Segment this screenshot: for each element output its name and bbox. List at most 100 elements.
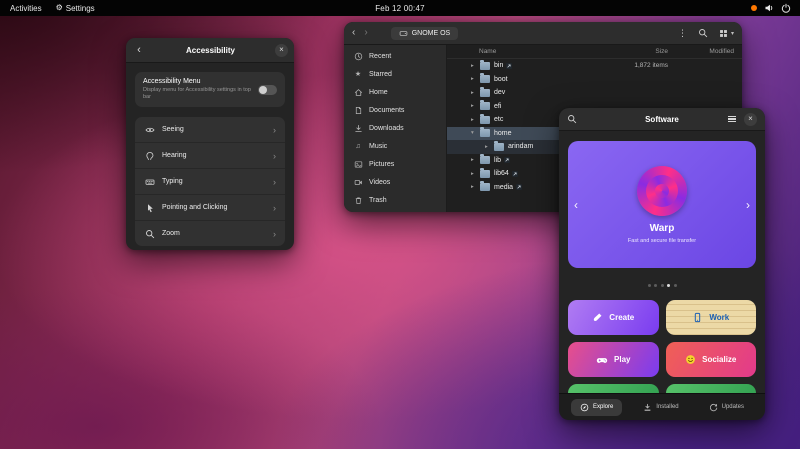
- expander-icon[interactable]: ▾: [471, 130, 480, 136]
- tab-installed[interactable]: Installed: [634, 399, 687, 416]
- carousel-dot[interactable]: [648, 284, 651, 287]
- grid-view-icon: [719, 29, 728, 38]
- category-socialize[interactable]: Socialize: [666, 342, 757, 377]
- clock[interactable]: Feb 12 00:47: [375, 4, 425, 13]
- tab-explore[interactable]: Explore: [571, 399, 622, 416]
- chevron-right-icon: ›: [273, 229, 276, 239]
- back-icon[interactable]: ‹: [352, 28, 355, 38]
- category-work[interactable]: Work: [666, 300, 757, 335]
- carousel-dot[interactable]: [654, 284, 657, 287]
- search-icon[interactable]: [698, 28, 708, 38]
- row-zoom[interactable]: Zoom ›: [135, 220, 285, 246]
- keyboard-icon: [144, 177, 155, 187]
- tab-updates[interactable]: Updates: [700, 399, 753, 416]
- sidebar-item-music[interactable]: ♫ Music: [348, 138, 442, 155]
- close-icon[interactable]: ×: [275, 44, 288, 57]
- chevron-right-icon: ›: [273, 177, 276, 187]
- folder-icon: [480, 170, 490, 178]
- expander-icon[interactable]: ▸: [471, 117, 480, 123]
- expander-icon[interactable]: ▸: [471, 63, 480, 69]
- row-seeing[interactable]: Seeing ›: [135, 117, 285, 142]
- category-tile-partial[interactable]: [568, 384, 659, 393]
- featured-app-banner[interactable]: ‹ › Warp Fast and secure file transfer: [568, 141, 756, 268]
- column-modified[interactable]: Modified: [668, 48, 736, 55]
- sidebar-item-trash[interactable]: Trash: [348, 192, 442, 209]
- file-row-bin[interactable]: ▸ bin 1,872 items: [447, 59, 742, 73]
- symlink-emblem-icon: [504, 157, 510, 163]
- download-icon: [353, 124, 363, 133]
- sidebar-item-downloads[interactable]: Downloads: [348, 120, 442, 137]
- sidebar-label: Music: [369, 143, 387, 150]
- video-icon: [353, 178, 363, 187]
- updates-icon: [709, 403, 718, 412]
- software-bottom-tabs: Explore Installed Updates: [559, 393, 765, 420]
- carousel-dot[interactable]: [674, 284, 677, 287]
- picture-icon: [353, 160, 363, 169]
- software-titlebar[interactable]: Software ×: [559, 108, 765, 131]
- forward-icon[interactable]: ›: [364, 28, 367, 38]
- volume-icon[interactable]: [764, 3, 774, 13]
- settings-app-indicator[interactable]: ⚙ Settings: [56, 4, 95, 13]
- file-row-boot[interactable]: ▸ boot: [447, 73, 742, 87]
- row-label: Seeing: [162, 126, 266, 133]
- gear-icon: ⚙: [56, 4, 63, 12]
- folder-icon: [480, 102, 490, 110]
- drive-icon: [399, 29, 408, 38]
- accessibility-sections-list: Seeing › Hearing › Typing › Pointing and…: [135, 117, 285, 246]
- category-tile-partial[interactable]: [666, 384, 757, 393]
- trash-icon: [353, 196, 363, 205]
- expander-icon[interactable]: ▸: [471, 157, 480, 163]
- menu-kebab-icon[interactable]: ⋮: [678, 29, 687, 38]
- folder-icon: [480, 129, 490, 137]
- sidebar-item-documents[interactable]: Documents: [348, 102, 442, 119]
- expander-icon[interactable]: ▸: [471, 90, 480, 96]
- sidebar-item-videos[interactable]: Videos: [348, 174, 442, 191]
- activities-button[interactable]: Activities: [10, 4, 42, 13]
- location-label: GNOME OS: [412, 30, 451, 37]
- row-hearing[interactable]: Hearing ›: [135, 142, 285, 168]
- music-icon: ♫: [353, 143, 363, 150]
- category-label: Play: [614, 355, 630, 364]
- column-size[interactable]: Size: [608, 48, 668, 55]
- file-row-dev[interactable]: ▸ dev: [447, 86, 742, 100]
- view-toggle-button[interactable]: ▾: [719, 29, 734, 38]
- sidebar-item-home[interactable]: Home: [348, 84, 442, 101]
- power-icon[interactable]: [781, 3, 791, 13]
- sidebar-item-pictures[interactable]: Pictures: [348, 156, 442, 173]
- activities-label: Activities: [10, 4, 42, 13]
- sidebar-item-recent[interactable]: Recent: [348, 48, 442, 65]
- files-titlebar[interactable]: ‹ › GNOME OS ⋮ ▾: [344, 22, 742, 45]
- accessibility-titlebar[interactable]: ‹ Accessibility ×: [126, 38, 294, 63]
- carousel-dot-active[interactable]: [667, 284, 670, 287]
- category-create[interactable]: Create: [568, 300, 659, 335]
- folder-icon: [480, 183, 490, 191]
- expander-icon[interactable]: ▸: [485, 144, 494, 150]
- carousel-dot[interactable]: [661, 284, 664, 287]
- category-play[interactable]: Play: [568, 342, 659, 377]
- row-pointing-clicking[interactable]: Pointing and Clicking ›: [135, 194, 285, 220]
- expander-icon[interactable]: ▸: [471, 103, 480, 109]
- expander-icon[interactable]: ▸: [471, 171, 480, 177]
- column-name[interactable]: Name: [453, 48, 608, 55]
- accessibility-content: Accessibility Menu Display menu for Acce…: [126, 63, 294, 255]
- close-icon[interactable]: ×: [744, 113, 757, 126]
- file-name: lib: [494, 157, 501, 164]
- file-name: boot: [494, 76, 508, 83]
- carousel-prev-icon[interactable]: ‹: [574, 199, 578, 211]
- accessibility-menu-toggle[interactable]: [258, 85, 277, 95]
- sidebar-item-starred[interactable]: ★ Starred: [348, 66, 442, 83]
- carousel-next-icon[interactable]: ›: [746, 199, 750, 211]
- file-name: home: [494, 130, 512, 137]
- row-typing[interactable]: Typing ›: [135, 168, 285, 194]
- sidebar-label: Videos: [369, 179, 390, 186]
- installed-icon: [643, 403, 652, 412]
- search-icon[interactable]: [567, 114, 577, 124]
- home-icon: [353, 88, 363, 97]
- location-button[interactable]: GNOME OS: [391, 27, 459, 40]
- expander-icon[interactable]: ▸: [471, 184, 480, 190]
- hamburger-menu-icon[interactable]: [728, 116, 736, 123]
- expander-icon[interactable]: ▸: [471, 76, 480, 82]
- symlink-emblem-icon: [506, 63, 512, 69]
- file-size: 1,872 items: [608, 62, 668, 69]
- back-icon[interactable]: ‹: [132, 44, 146, 56]
